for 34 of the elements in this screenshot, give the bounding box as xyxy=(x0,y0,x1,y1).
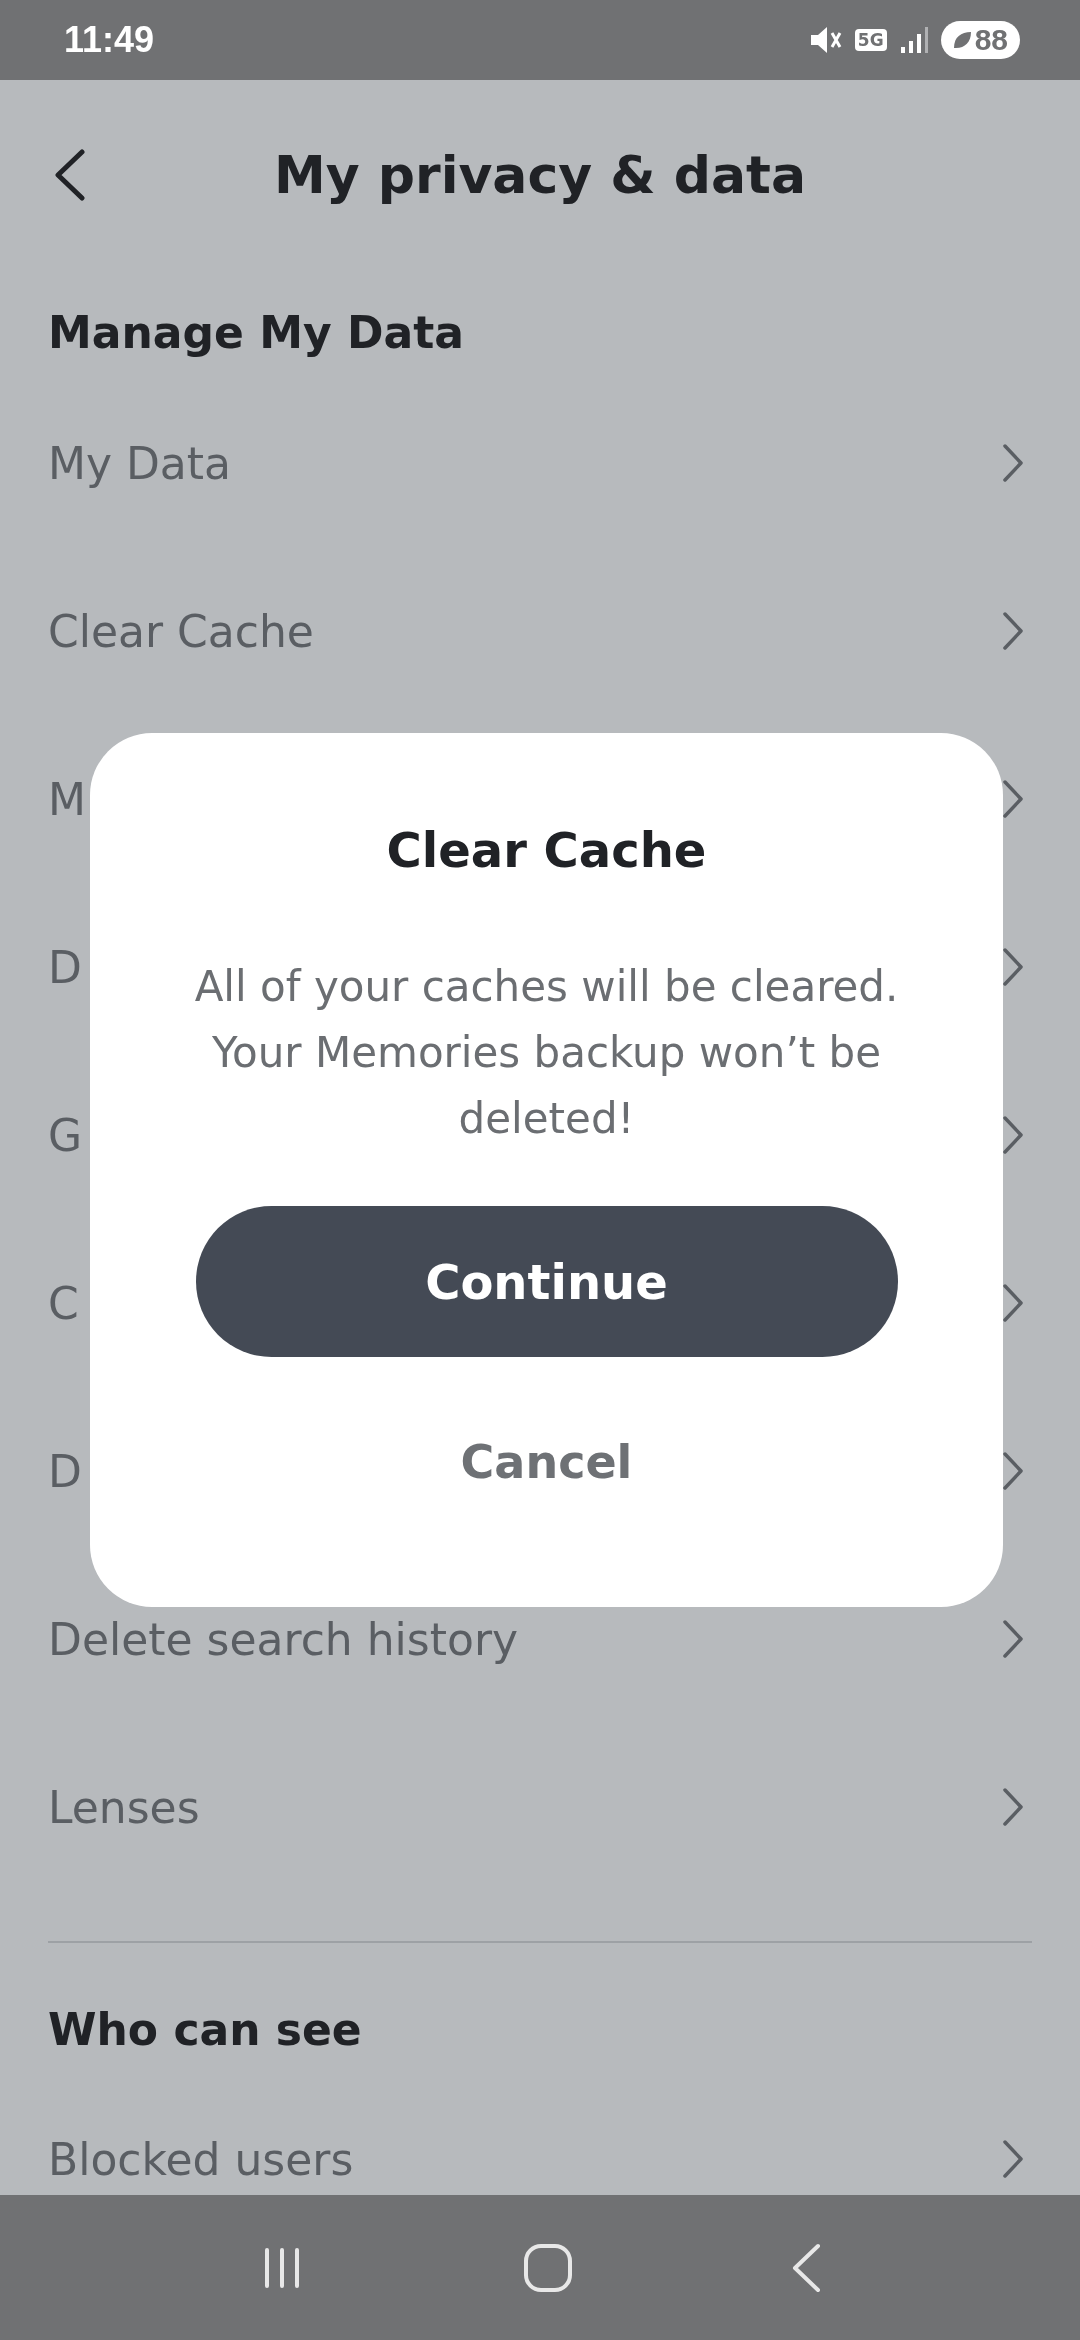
menu-item[interactable]: C xyxy=(48,1277,79,1329)
chevron-right-icon xyxy=(1002,443,1024,483)
menu-item[interactable]: M xyxy=(48,773,86,825)
chevron-right-icon xyxy=(1002,1283,1024,1323)
page-title: My privacy & data xyxy=(274,145,806,205)
network-type: 5G xyxy=(854,29,887,51)
chevron-right-icon xyxy=(1002,1115,1024,1155)
dialog-message: All of your caches will be cleared. Your Memories backup won’t be deleted! xyxy=(193,961,900,1145)
menu-item[interactable]: G xyxy=(48,1109,83,1161)
menu-item[interactable]: Lenses xyxy=(48,1781,200,1833)
chevron-right-icon xyxy=(1002,2139,1024,2179)
chevron-right-icon xyxy=(1002,1619,1024,1659)
home-icon[interactable] xyxy=(522,2241,574,2294)
chevron-right-icon xyxy=(1002,1787,1024,1827)
continue-button[interactable]: Continue xyxy=(195,1206,898,1357)
menu-item[interactable]: D xyxy=(48,941,82,993)
menu-item[interactable]: Clear Cache xyxy=(48,605,314,657)
chevron-right-icon xyxy=(1002,1451,1024,1491)
menu-item[interactable]: D xyxy=(48,1445,82,1497)
menu-item[interactable]: My Data xyxy=(48,437,232,489)
menu-item[interactable]: Delete search history xyxy=(48,1613,519,1665)
battery-level: 88 xyxy=(940,21,1020,59)
cancel-button[interactable]: Cancel xyxy=(440,1427,653,1497)
chevron-right-icon xyxy=(1002,779,1024,819)
signal-icon xyxy=(898,25,929,55)
chevron-right-icon xyxy=(1002,947,1024,987)
mute-icon xyxy=(808,25,843,55)
status-time: 11:49 xyxy=(64,19,155,61)
section-title: Manage My Data xyxy=(48,306,465,356)
menu-item[interactable]: Blocked users xyxy=(48,2133,354,2185)
dialog-title: Clear Cache xyxy=(386,821,707,879)
section-title: Who can see xyxy=(48,2003,363,2053)
chevron-right-icon xyxy=(1002,611,1024,651)
back-icon[interactable] xyxy=(52,149,86,201)
